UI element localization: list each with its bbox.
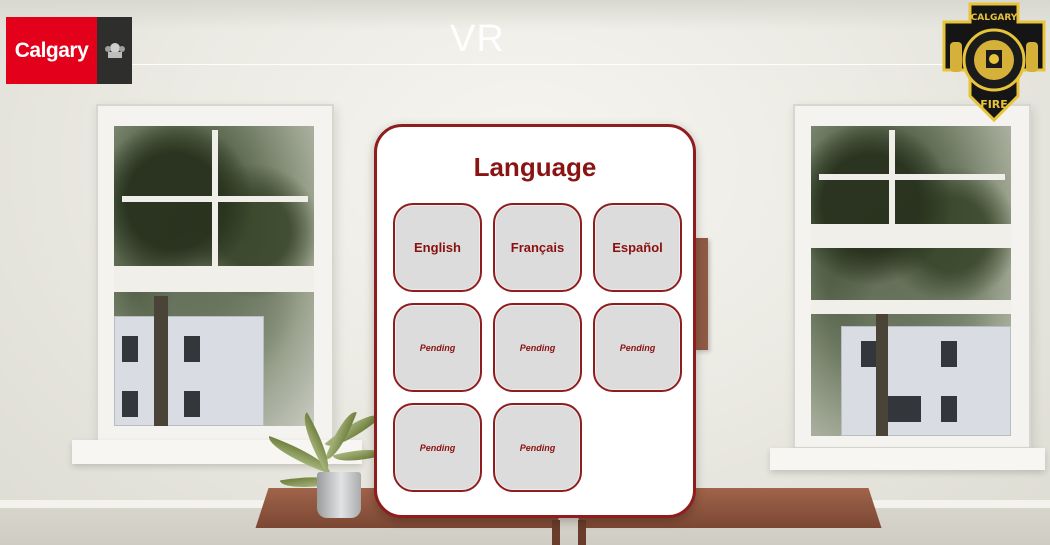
header-divider [126, 64, 946, 65]
calgary-crest-icon [97, 17, 132, 84]
language-option-label: Pending [419, 442, 456, 453]
fire-badge-top-text: CALGARY [971, 13, 1018, 23]
language-panel: Language English Français Español Pendin… [374, 124, 696, 518]
language-option-pending-5[interactable]: Pending [493, 403, 582, 492]
language-option-pending-3[interactable]: Pending [593, 303, 682, 392]
language-option-label: Español [612, 240, 663, 255]
calgary-logo-text: Calgary [6, 17, 97, 84]
left-window [96, 104, 334, 449]
right-window-sill [770, 448, 1045, 470]
fire-badge-bottom-text: FIRE [980, 98, 1008, 111]
language-option-pending-2[interactable]: Pending [493, 303, 582, 392]
right-window-glass [811, 126, 1011, 436]
language-option-label: Pending [419, 342, 456, 353]
right-window [793, 104, 1031, 449]
language-option-label: Pending [519, 342, 556, 353]
language-option-pending-1[interactable]: Pending [393, 303, 482, 392]
calgary-logo: Calgary [6, 17, 132, 84]
app-title: VR [450, 18, 505, 60]
language-option-label: English [414, 240, 461, 255]
fire-department-badge-icon: CALGARY FIRE [940, 0, 1048, 125]
language-option-english[interactable]: English [393, 203, 482, 292]
language-option-label: Pending [619, 342, 656, 353]
language-option-label: Français [510, 240, 565, 255]
language-option-label: Pending [519, 442, 556, 453]
language-option-pending-4[interactable]: Pending [393, 403, 482, 492]
language-option-espanol[interactable]: Español [593, 203, 682, 292]
language-option-francais[interactable]: Français [493, 203, 582, 292]
wall-picture-edge [694, 238, 708, 350]
ceiling-shade [0, 0, 1050, 30]
language-panel-title: Language [473, 152, 597, 182]
